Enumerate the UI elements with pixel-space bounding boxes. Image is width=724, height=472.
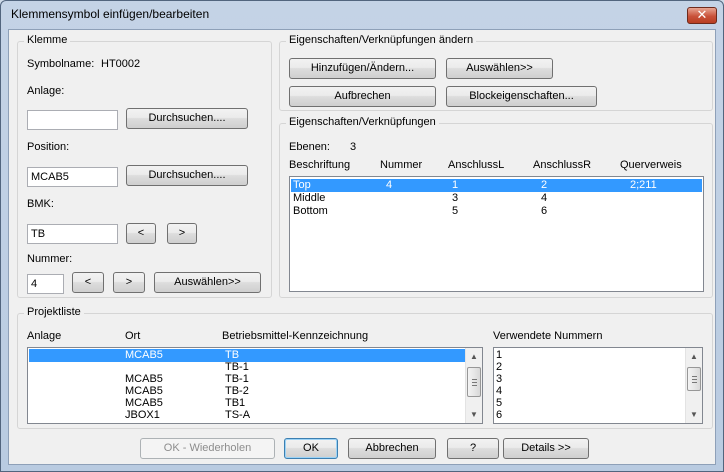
scroll-thumb[interactable]: [467, 367, 481, 397]
scroll-up-icon[interactable]: ▲: [686, 348, 702, 365]
help-button[interactable]: ?: [447, 438, 499, 459]
position-browse-button[interactable]: Durchsuchen....: [126, 165, 248, 186]
nummer-label: Nummer:: [27, 253, 73, 265]
cancel-button[interactable]: Abbrechen: [348, 438, 436, 459]
anlage-label: Anlage:: [27, 85, 65, 97]
used-numbers-scrollbar[interactable]: ▲ ▼: [685, 348, 702, 423]
bmk-prev-button[interactable]: <: [126, 223, 156, 244]
nummer-next-button[interactable]: >: [113, 272, 145, 293]
bmk-input[interactable]: TB: [27, 224, 118, 244]
symbolname-value: HT0002: [101, 58, 141, 70]
anlage-browse-button[interactable]: Durchsuchen....: [126, 108, 248, 129]
scroll-up-icon[interactable]: ▲: [466, 348, 482, 365]
anlage-input[interactable]: [27, 110, 118, 130]
col-querverweis: Querverweis: [620, 159, 682, 171]
symbolname-label: Symbolname:: [27, 58, 95, 70]
eig-group: Eigenschaften/Verknüpfungen Ebenen: 3 Be…: [279, 116, 713, 298]
dialog-window: Klemmensymbol einfügen/bearbeiten ✕ Klem…: [0, 0, 724, 472]
eig-cell-anschlussR: 2: [541, 179, 548, 191]
klemme-group-title: Klemme: [24, 34, 71, 46]
position-label: Position:: [27, 141, 70, 153]
close-button[interactable]: ✕: [687, 7, 717, 24]
eig-cell-beschriftung: Top: [293, 179, 311, 191]
col-ort: Ort: [125, 330, 141, 342]
eig-aendern-title: Eigenschaften/Verknüpfungen ändern: [286, 34, 477, 46]
eig-cell-anschlussR: 6: [541, 205, 548, 217]
eig-aendern-group: Eigenschaften/Verknüpfungen ändern Hinzu…: [279, 34, 713, 111]
ok-button[interactable]: OK: [284, 438, 338, 459]
col-anlage: Anlage: [27, 330, 62, 342]
eig-cell-beschriftung: Middle: [293, 192, 326, 204]
eig-cell-anschlussL: 5: [452, 205, 459, 217]
nummer-prev-button[interactable]: <: [72, 272, 104, 293]
scroll-thumb[interactable]: [687, 367, 701, 391]
used-number-item[interactable]: 6: [496, 409, 502, 422]
eig-cell-anschlussR: 4: [541, 192, 548, 204]
ebenen-label: Ebenen:: [289, 141, 330, 153]
eig-group-title: Eigenschaften/Verknüpfungen: [286, 116, 439, 128]
project-cell-ort: JBOX1: [125, 409, 160, 421]
bmk-next-button[interactable]: >: [167, 223, 197, 244]
klemme-group: Klemme Symbolname: HT0002 Anlage: Durchs…: [17, 34, 272, 298]
scroll-down-icon[interactable]: ▼: [466, 406, 482, 423]
position-input[interactable]: MCAB5: [27, 167, 118, 187]
eig-cell-beschriftung: Bottom: [293, 205, 328, 217]
projektliste-title: Projektliste: [24, 306, 84, 318]
col-bmk: Betriebsmittel-Kennzeichnung: [222, 330, 369, 342]
eig-list[interactable]: Top 4 1 2 2;211 Middle 3 4 Bottom 5 6: [289, 176, 704, 292]
eig-cell-anschlussL: 3: [452, 192, 459, 204]
eig-select-button[interactable]: Auswählen>>: [446, 58, 553, 79]
bmk-label: BMK:: [27, 198, 54, 210]
used-numbers-list[interactable]: 1 2 3 4 5 6 ▲ ▼: [493, 347, 703, 424]
ok-repeat-button[interactable]: OK - Wiederholen: [140, 438, 275, 459]
block-properties-button[interactable]: Blockeigenschaften...: [446, 86, 597, 107]
details-button[interactable]: Details >>: [503, 438, 589, 459]
eig-cell-anschlussL: 1: [452, 179, 459, 191]
ebenen-value: 3: [350, 141, 357, 153]
project-row[interactable]: JBOX1 TS-A: [29, 409, 466, 422]
eig-cell-querverweis: 2;211: [630, 179, 657, 191]
used-numbers-header: Verwendete Nummern: [493, 330, 603, 342]
scroll-down-icon[interactable]: ▼: [686, 406, 702, 423]
col-anschlussR: AnschlussR: [533, 159, 592, 171]
eig-cell-nummer: 4: [386, 179, 393, 191]
col-beschriftung: Beschriftung: [289, 159, 351, 171]
project-list-scrollbar[interactable]: ▲ ▼: [465, 348, 482, 423]
add-change-button[interactable]: Hinzufügen/Ändern...: [289, 58, 436, 79]
dialog-client-area: Klemme Symbolname: HT0002 Anlage: Durchs…: [8, 29, 716, 465]
projektliste-group: Projektliste Anlage Ort Betriebsmittel-K…: [17, 306, 713, 429]
eig-row[interactable]: Bottom 5 6: [291, 205, 702, 218]
nummer-input[interactable]: 4: [27, 274, 64, 294]
eig-row[interactable]: Top 4 1 2 2;211: [291, 179, 702, 192]
col-nummer: Nummer: [380, 159, 423, 171]
eig-row[interactable]: Middle 3 4: [291, 192, 702, 205]
window-title: Klemmensymbol einfügen/bearbeiten: [11, 7, 210, 21]
project-cell-bmk: TS-A: [225, 409, 251, 421]
project-list[interactable]: MCAB5 TB TB-1 MCAB5 TB-1 MCAB5 TB-2 MCAB…: [27, 347, 483, 424]
nummer-select-button[interactable]: Auswählen>>: [154, 272, 261, 293]
title-bar[interactable]: Klemmensymbol einfügen/bearbeiten ✕: [1, 1, 723, 29]
col-anschlussL: AnschlussL: [448, 159, 505, 171]
break-button[interactable]: Aufbrechen: [289, 86, 436, 107]
